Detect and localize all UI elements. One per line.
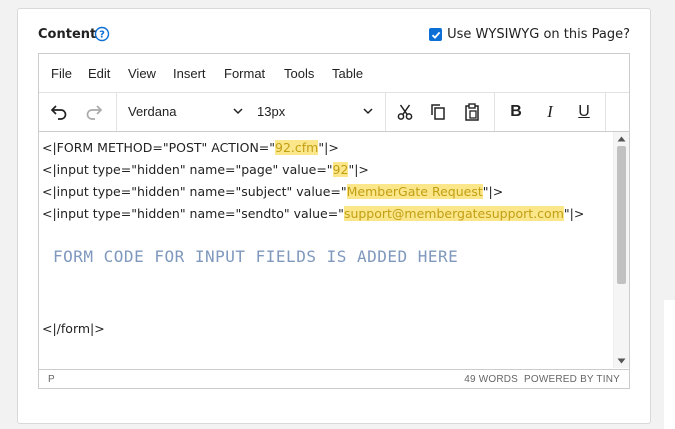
menu-insert[interactable]: Insert [173,66,206,81]
word-count[interactable]: 49 WORDS [464,374,518,385]
wysiwyg-checkbox[interactable] [429,28,443,41]
menu-format[interactable]: Format [224,66,265,81]
placeholder-text: FORM CODE FOR INPUT FIELDS IS ADDED HERE [53,247,459,266]
powered-by-link[interactable]: POWERED BY TINY [524,374,620,385]
redo-icon[interactable] [81,99,107,125]
code-line-subject: <|input type="hidden" name="subject" val… [42,184,504,199]
menu-view[interactable]: View [128,66,156,81]
undo-icon[interactable] [46,99,72,125]
chevron-down-icon[interactable] [233,107,243,115]
editor-toolbar: Verdana 13px B I U [39,93,629,132]
rich-text-editor[interactable]: File Edit View Insert Format Tools Table [38,53,630,389]
highlight: MemberGate Request [346,184,483,199]
wysiwyg-toggle[interactable]: Use WYSIWYG on this Page? [429,27,630,42]
bold-button[interactable]: B [503,99,529,125]
editor-scrollbar[interactable] [613,132,629,368]
menu-edit[interactable]: Edit [88,66,110,81]
content-panel: Content ? Use WYSIWYG on this Page? File… [17,8,651,424]
highlight: 92 [332,162,349,177]
toolbar-separator [494,93,495,131]
status-right: 49 WORDS POWERED BY TINY [464,374,620,385]
menu-table[interactable]: Table [332,66,363,81]
side-panel-edge [664,300,675,429]
menu-tools[interactable]: Tools [284,66,314,81]
scrollbar-thumb[interactable] [617,146,626,284]
scroll-down-icon[interactable] [617,358,626,364]
highlight: support@membergatesupport.com [343,206,564,221]
toolbar-separator [385,93,386,131]
question-circle-icon[interactable]: ? [94,26,110,42]
toolbar-separator [116,93,117,131]
scroll-up-icon[interactable] [617,136,626,142]
wysiwyg-label: Use WYSIWYG on this Page? [447,27,630,42]
highlight: 92.cfm [275,140,319,155]
code-line-page: <|input type="hidden" name="page" value=… [42,162,369,177]
underline-button[interactable]: U [571,99,597,125]
editor-statusbar: P 49 WORDS POWERED BY TINY [39,369,629,388]
element-path[interactable]: P [48,374,55,385]
font-size-select[interactable]: 13px [257,104,285,119]
copy-icon[interactable] [425,99,451,125]
content-label: Content [38,27,97,42]
toolbar-separator [605,93,606,131]
italic-button[interactable]: I [537,99,563,125]
content-header: Content ? Use WYSIWYG on this Page? [38,26,630,47]
code-line-form-open: <|FORM METHOD="POST" ACTION="92.cfm"|> [42,140,339,155]
code-line-sendto: <|input type="hidden" name="sendto" valu… [42,206,585,221]
code-line-form-close: <|/form|> [42,321,105,336]
scissors-icon[interactable] [392,99,418,125]
menu-file[interactable]: File [51,66,72,81]
font-family-select[interactable]: Verdana [128,104,176,119]
editor-body[interactable]: <|FORM METHOD="POST" ACTION="92.cfm"|> <… [39,132,613,368]
chevron-down-icon[interactable] [363,107,373,115]
editor-menubar: File Edit View Insert Format Tools Table [39,54,629,93]
svg-text:?: ? [99,30,105,41]
paste-icon[interactable] [459,99,485,125]
